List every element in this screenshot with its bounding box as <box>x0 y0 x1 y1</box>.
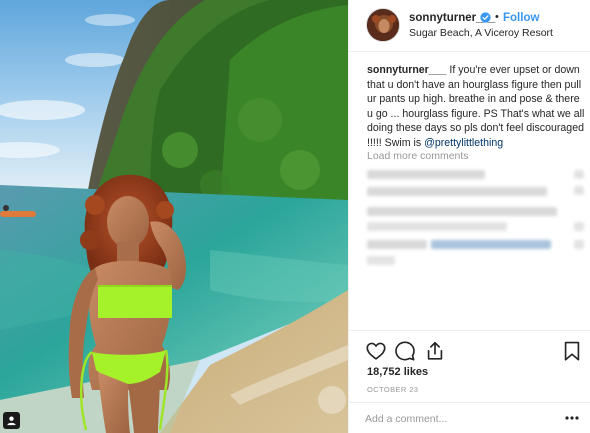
more-options-icon[interactable] <box>564 412 580 424</box>
post-date[interactable]: OCTOBER 23 <box>367 385 418 394</box>
blurred-comment-mention <box>431 240 551 249</box>
comment-icon[interactable] <box>394 340 416 362</box>
likes-count[interactable]: 18,752 likes <box>367 366 428 378</box>
avatar[interactable] <box>366 8 400 42</box>
comment-bar <box>349 402 590 433</box>
blurred-comment-line <box>367 240 427 249</box>
post-header: sonnyturner___ • Follow Sugar Beach, A V… <box>349 0 590 52</box>
blurred-comment-line <box>574 186 584 195</box>
blurred-comment-line <box>574 240 584 249</box>
post-sidebar: sonnyturner___ • Follow Sugar Beach, A V… <box>348 0 590 433</box>
post-photo[interactable] <box>0 0 348 433</box>
blurred-comment-line <box>367 207 557 216</box>
verified-badge-icon <box>480 12 491 23</box>
follow-button[interactable]: Follow <box>503 12 539 24</box>
blurred-comment-line <box>574 222 584 231</box>
instagram-post: sonnyturner___ • Follow Sugar Beach, A V… <box>0 0 590 433</box>
blurred-comment-line <box>367 187 547 196</box>
comment-input[interactable] <box>365 410 545 428</box>
blurred-comment-line <box>367 256 395 265</box>
heart-icon[interactable] <box>365 340 387 362</box>
beach-photo-illustration <box>0 0 348 433</box>
caption-mention-link[interactable]: @prettylittlething <box>424 137 503 149</box>
load-more-comments-button[interactable]: Load more comments <box>367 150 469 162</box>
blurred-comment-line <box>574 170 584 179</box>
share-icon[interactable] <box>424 340 446 362</box>
caption-username[interactable]: sonnyturner___ <box>367 64 446 76</box>
bookmark-icon[interactable] <box>561 340 583 362</box>
blurred-comment-line <box>367 170 485 179</box>
user-tag-icon[interactable] <box>3 412 20 429</box>
location-link[interactable]: Sugar Beach, A Viceroy Resort <box>409 27 553 39</box>
blurred-comment-line <box>367 222 507 231</box>
post-caption: sonnyturner___ If you're ever upset or d… <box>367 63 585 151</box>
action-bar <box>349 330 590 366</box>
separator-dot: • <box>495 11 499 23</box>
